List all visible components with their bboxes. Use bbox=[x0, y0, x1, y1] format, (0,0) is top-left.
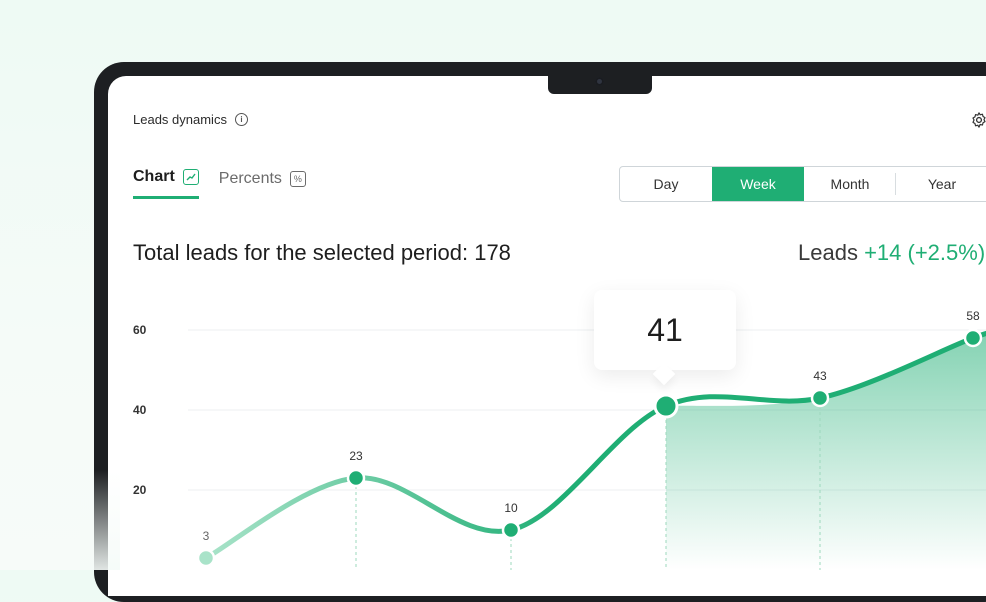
data-label: 23 bbox=[349, 449, 363, 463]
data-point[interactable] bbox=[810, 388, 830, 408]
y-tick-label: 40 bbox=[133, 403, 147, 417]
data-label: 10 bbox=[504, 501, 518, 515]
y-tick-label: 20 bbox=[133, 483, 147, 497]
chart-marks: 3 23 10 43 58 bbox=[196, 309, 986, 570]
data-label: 58 bbox=[966, 309, 980, 323]
data-point[interactable] bbox=[653, 393, 679, 419]
y-axis-labels: 60 40 20 bbox=[133, 323, 147, 497]
value-tooltip: 41 bbox=[594, 290, 736, 370]
tooltip-value: 41 bbox=[647, 311, 683, 348]
data-point[interactable] bbox=[196, 548, 216, 568]
y-tick-label: 60 bbox=[133, 323, 147, 337]
leads-chart: 60 40 20 3 23 10 43 58 bbox=[133, 309, 986, 570]
data-point[interactable] bbox=[501, 520, 521, 540]
data-label: 3 bbox=[203, 529, 210, 543]
data-point[interactable] bbox=[346, 468, 366, 488]
bottom-fade bbox=[80, 470, 120, 570]
data-point[interactable] bbox=[963, 328, 983, 348]
data-label: 43 bbox=[813, 369, 827, 383]
